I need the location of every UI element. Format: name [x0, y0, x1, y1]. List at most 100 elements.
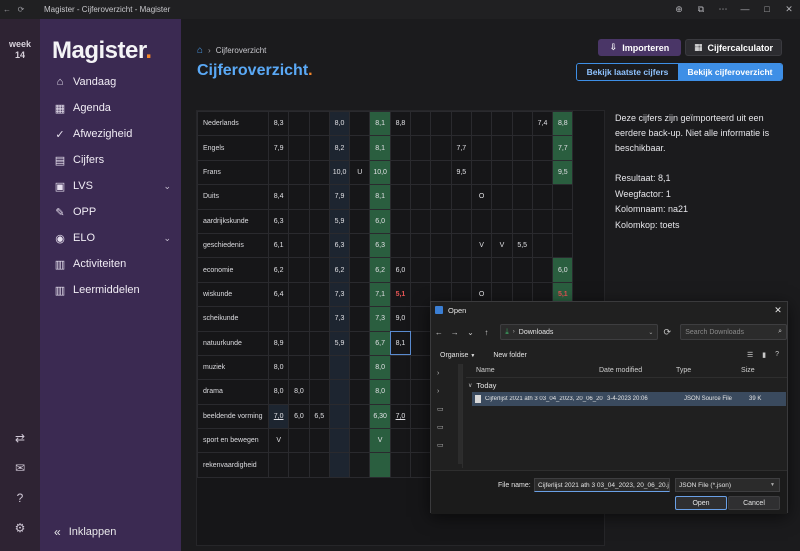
grade-cell-empty[interactable]	[349, 354, 371, 381]
grade-cell[interactable]: 6,3	[369, 232, 391, 259]
column-size[interactable]: Size	[741, 367, 755, 374]
grade-cell[interactable]: 9,5	[450, 159, 472, 186]
grade-cell-empty[interactable]	[308, 306, 330, 332]
grade-cell-empty[interactable]	[349, 306, 371, 332]
grade-cell-empty[interactable]	[531, 232, 554, 259]
extensions-icon[interactable]: ⧉	[690, 4, 712, 15]
grade-cell[interactable]: 8,3	[267, 110, 290, 137]
grade-cell-empty[interactable]	[349, 257, 371, 283]
grade-cell-empty[interactable]	[288, 257, 310, 283]
grade-cell-empty[interactable]	[328, 403, 351, 430]
grade-cell[interactable]: 9,0	[389, 306, 412, 332]
grade-cell[interactable]: 10,0	[328, 159, 351, 186]
grade-cell[interactable]: 7,4	[531, 110, 554, 137]
grade-cell-empty[interactable]	[450, 110, 472, 137]
grade-cell-empty[interactable]	[349, 281, 371, 308]
grade-cell-empty[interactable]	[552, 208, 574, 234]
grade-cell[interactable]: 8,0	[267, 354, 290, 381]
grade-cell[interactable]: 6,0	[369, 208, 391, 234]
grade-cell-empty[interactable]	[349, 330, 371, 356]
grade-cell-empty[interactable]	[552, 232, 574, 259]
grade-cell-empty[interactable]	[389, 208, 412, 234]
grade-cell-empty[interactable]	[308, 208, 330, 234]
grade-cell-empty[interactable]	[430, 184, 452, 210]
grade-cell[interactable]: 8,4	[267, 184, 290, 210]
grade-cell[interactable]: 7,9	[328, 184, 351, 210]
grade-cell-empty[interactable]	[531, 208, 554, 234]
grade-cell-empty[interactable]	[430, 110, 452, 137]
sidebar-item-vandaag[interactable]: ⌂ Vandaag	[40, 69, 181, 95]
grade-cell[interactable]: 6,0	[389, 257, 412, 283]
collapse-button[interactable]: « Inklappen	[54, 525, 116, 539]
grade-cell[interactable]: 8,1	[369, 110, 391, 137]
grade-cell-empty[interactable]	[410, 403, 432, 430]
account-settings-icon[interactable]: ⚙	[0, 513, 40, 543]
grade-cell-empty[interactable]	[531, 257, 554, 283]
grade-cell-empty[interactable]	[470, 110, 493, 137]
sidebar-item-elo[interactable]: ◉ ELO ⌄	[40, 225, 181, 251]
grade-cell[interactable]: 6,2	[267, 257, 290, 283]
grade-cell-empty[interactable]	[410, 232, 432, 259]
grade-cell[interactable]: 6,0	[288, 403, 310, 430]
new-folder-button[interactable]: New folder	[493, 352, 526, 359]
grade-cell[interactable]: 7,0	[389, 403, 412, 430]
grade-cell-empty[interactable]	[450, 208, 472, 234]
grade-cell-empty[interactable]	[491, 135, 513, 161]
grade-cell-empty[interactable]	[308, 428, 330, 454]
grade-cell-empty[interactable]	[470, 159, 493, 186]
grade-cell-empty[interactable]	[410, 159, 432, 186]
grade-cell-empty[interactable]	[470, 208, 493, 234]
help-icon[interactable]: ?	[775, 351, 779, 359]
grade-cell-empty[interactable]	[288, 135, 310, 161]
preview-pane-icon[interactable]: ▮	[762, 351, 766, 359]
switch-icon[interactable]: ⇄	[0, 423, 40, 453]
grade-cell-empty[interactable]	[308, 232, 330, 259]
grade-cell-empty[interactable]	[288, 428, 310, 454]
grade-cell[interactable]: 7,0	[267, 403, 290, 430]
latest-grades-button[interactable]: Bekijk laatste cijfers	[577, 64, 678, 80]
grade-cell[interactable]: 6,0	[552, 257, 574, 283]
grade-cell-empty[interactable]	[349, 452, 371, 478]
grade-cell-empty[interactable]	[328, 379, 351, 405]
back-icon[interactable]: ←	[0, 5, 14, 14]
grade-cell-empty[interactable]	[267, 452, 290, 478]
import-button[interactable]: ⇩ Importeren	[598, 39, 681, 56]
grade-cell-empty[interactable]	[349, 428, 371, 454]
grade-cell-empty[interactable]	[288, 159, 310, 186]
search-input[interactable]: Search Downloads ⌕	[680, 324, 787, 340]
grade-cell-empty[interactable]	[511, 208, 533, 234]
grade-cell-empty[interactable]	[511, 159, 533, 186]
home-icon[interactable]: ⌂	[197, 45, 203, 56]
minimize-icon[interactable]: —	[734, 4, 756, 15]
grade-cell-empty[interactable]	[410, 135, 432, 161]
grade-cell-empty[interactable]	[531, 135, 554, 161]
grade-cell-empty[interactable]	[389, 135, 412, 161]
grade-cell-empty[interactable]	[430, 159, 452, 186]
path-box[interactable]: ⤓ › Downloads ⌄	[500, 324, 659, 340]
grade-cell-empty[interactable]	[410, 110, 432, 137]
grade-cell-empty[interactable]	[410, 208, 432, 234]
grade-cell-empty[interactable]	[288, 110, 310, 137]
grade-cell-empty[interactable]	[308, 452, 330, 478]
grade-cell-empty[interactable]	[288, 208, 310, 234]
grade-cell-empty[interactable]	[288, 232, 310, 259]
grade-cell-empty[interactable]	[308, 354, 330, 381]
grade-cell-empty[interactable]	[450, 257, 472, 283]
grade-cell-empty[interactable]	[470, 257, 493, 283]
grade-cell-empty[interactable]	[349, 135, 371, 161]
grade-cell-empty[interactable]	[511, 110, 533, 137]
grade-cell[interactable]: 7,1	[369, 281, 391, 308]
grade-cell-empty[interactable]	[349, 232, 371, 259]
open-button[interactable]: Open	[675, 496, 727, 510]
grade-cell-empty[interactable]	[410, 379, 432, 405]
grade-cell[interactable]: V	[470, 232, 493, 259]
grade-cell[interactable]: 6,2	[369, 257, 391, 283]
grade-cell-empty[interactable]	[410, 306, 432, 332]
grade-cell-empty[interactable]	[308, 159, 330, 186]
grade-cell-empty[interactable]	[531, 159, 554, 186]
grade-cell-empty[interactable]	[288, 281, 310, 308]
grade-cell[interactable]: 7,3	[369, 306, 391, 332]
sidebar-item-leermiddelen[interactable]: ▥ Leermiddelen	[40, 277, 181, 303]
grade-cell-empty[interactable]	[389, 354, 412, 381]
grade-cell[interactable]: 6,3	[267, 208, 290, 234]
